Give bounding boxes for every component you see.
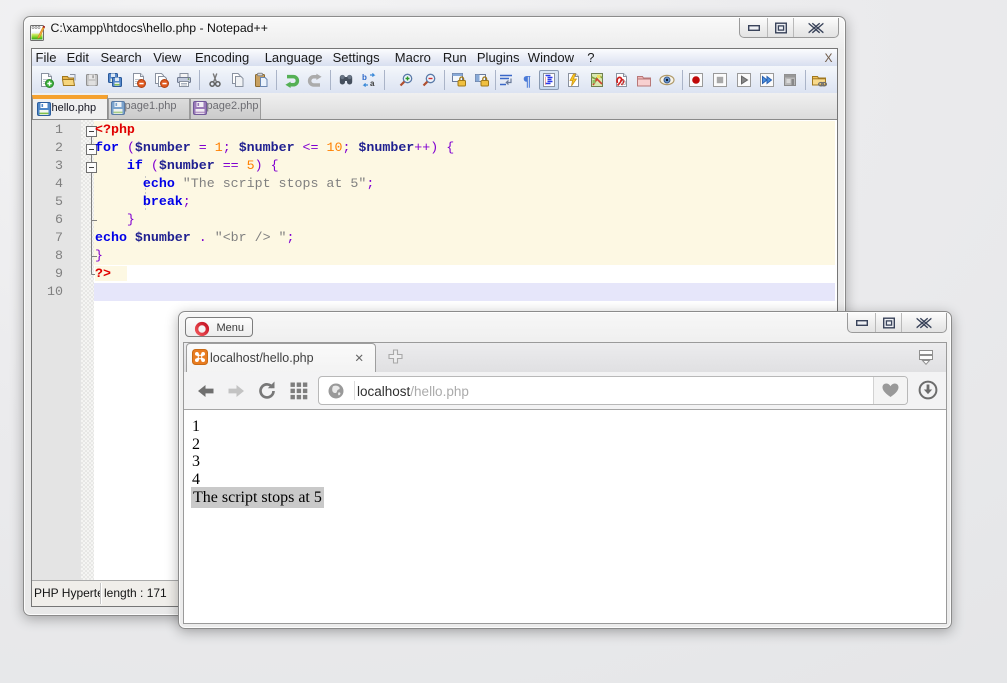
svg-text:D: D [622, 81, 627, 87]
svg-text:¶: ¶ [523, 74, 531, 89]
svg-text:a: a [370, 79, 375, 88]
svg-text:b: b [362, 73, 367, 82]
